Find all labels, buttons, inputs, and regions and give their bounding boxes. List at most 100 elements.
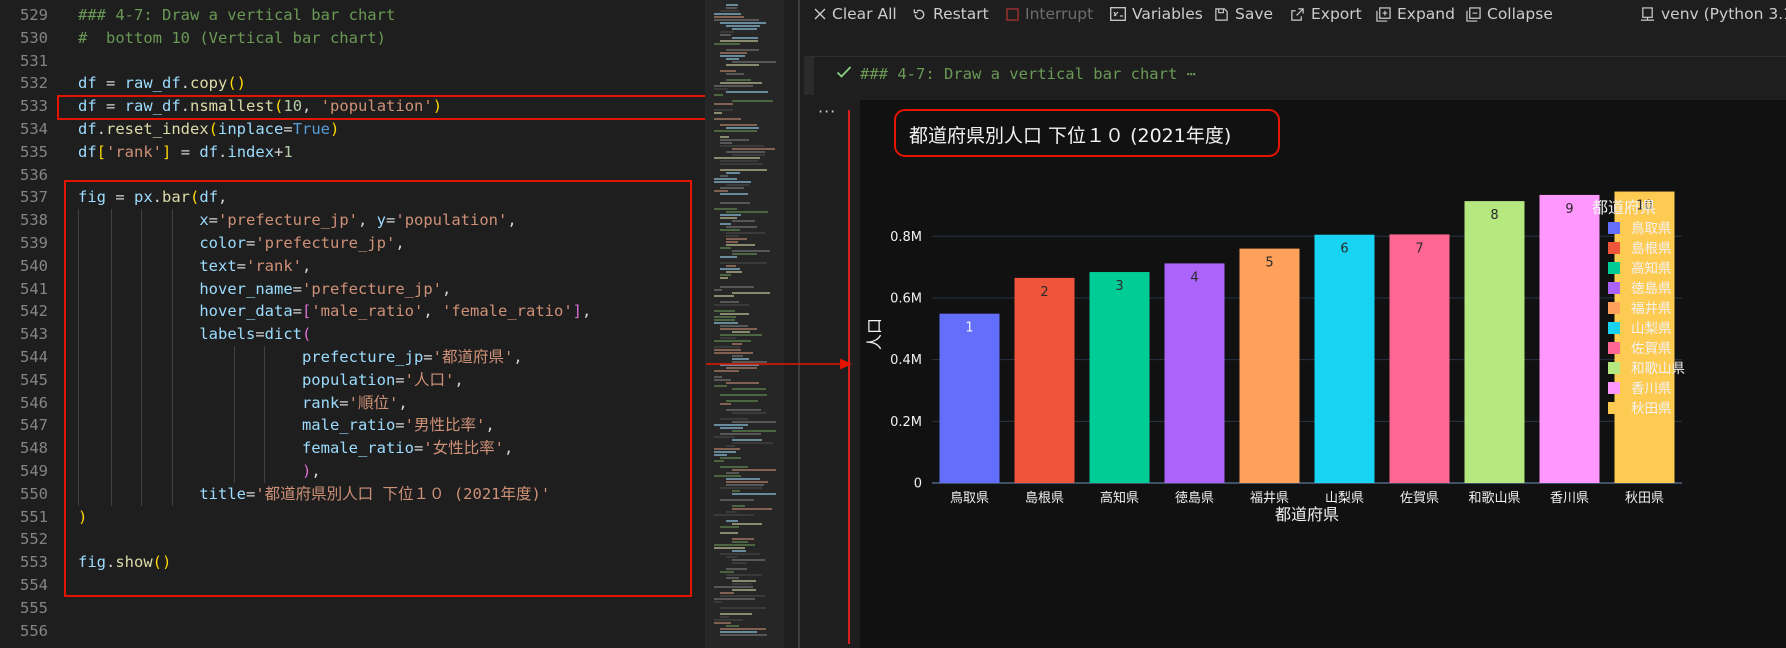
line-number: 551 [20, 507, 48, 526]
legend-swatch[interactable] [1608, 382, 1620, 394]
legend-swatch[interactable] [1608, 282, 1620, 294]
bar-data-label: 9 [1565, 202, 1573, 217]
bar[interactable] [1014, 277, 1075, 483]
code-line[interactable]: 529 ### 4-7: Draw a vertical bar chart [0, 4, 705, 27]
variables-button[interactable]: Variables [1110, 3, 1203, 25]
code-token: True [292, 120, 331, 138]
legend-swatch[interactable] [1608, 302, 1620, 314]
legend-swatch[interactable] [1608, 322, 1620, 334]
bar[interactable] [1464, 201, 1525, 483]
code-token: df [199, 142, 219, 161]
kernel-picker[interactable]: venv (Python 3.11 [1640, 3, 1786, 25]
collapse-button[interactable]: Collapse [1466, 3, 1553, 25]
bar[interactable] [1314, 234, 1375, 483]
minimap-line [732, 28, 757, 30]
minimap-line [714, 376, 722, 378]
legend-swatch[interactable] [1608, 402, 1620, 414]
minimap-line [714, 181, 751, 183]
code-line[interactable]: 555 [0, 597, 705, 620]
minimap-line [732, 493, 776, 495]
minimap-line [720, 34, 731, 36]
minimap-line [726, 244, 755, 246]
legend-label[interactable]: 佐賀県 [1631, 341, 1672, 357]
code-line[interactable]: 556 [0, 620, 705, 643]
legend-swatch[interactable] [1608, 262, 1620, 274]
bar[interactable] [1164, 263, 1225, 483]
legend-label[interactable]: 福井県 [1631, 301, 1672, 317]
code-token: ### 4-7: Draw a vertical bar chart [78, 6, 396, 24]
minimap-line [720, 613, 752, 615]
line-number: 531 [20, 51, 48, 70]
line-number: 533 [20, 97, 48, 116]
legend-swatch[interactable] [1608, 342, 1620, 354]
legend-swatch[interactable] [1608, 242, 1620, 254]
minimap-line [726, 7, 737, 9]
minimap-line [726, 625, 739, 627]
expand-button[interactable]: Expand [1376, 3, 1455, 25]
code-editor[interactable]: 529 ### 4-7: Draw a vertical bar chart 530… [0, 0, 705, 648]
save-button[interactable]: Save [1214, 3, 1273, 25]
minimap-line [714, 436, 735, 438]
bar[interactable] [1539, 194, 1600, 483]
bar[interactable] [1089, 272, 1150, 483]
interrupt-label: Interrupt [1025, 5, 1094, 23]
line-number: 543 [20, 325, 48, 344]
minimap[interactable] [705, 0, 784, 648]
output-focus-bar [848, 110, 850, 644]
legend-label[interactable]: 秋田県 [1631, 401, 1672, 417]
legend-swatch[interactable] [1608, 362, 1620, 374]
variables-icon [1110, 7, 1126, 21]
minimap-line [714, 349, 741, 351]
minimap-line [732, 538, 754, 540]
minimap-line [732, 154, 765, 156]
save-label: Save [1235, 5, 1274, 23]
bar[interactable] [939, 313, 1000, 483]
chart-title: 都道府県別人口 下位１０ (2021年度) [909, 125, 1231, 147]
minimap-line [714, 88, 728, 90]
legend-swatch[interactable] [1608, 222, 1620, 234]
minimap-line [720, 52, 747, 54]
minimap-line [720, 487, 762, 489]
expand-label: Expand [1397, 5, 1455, 23]
legend-label[interactable]: 島根県 [1631, 241, 1672, 257]
legend-label[interactable]: 香川県 [1631, 381, 1672, 397]
pane-divider[interactable] [798, 0, 800, 648]
minimap-line [732, 589, 756, 591]
minimap-line [714, 316, 736, 318]
x-tick-label: 佐賀県 [1400, 491, 1439, 506]
restart-button[interactable]: Restart [912, 3, 989, 25]
code-token: = [96, 74, 125, 93]
minimap-line [720, 193, 748, 195]
stop-icon [1006, 7, 1019, 21]
code-line[interactable]: 531 [0, 50, 705, 73]
code-line[interactable]: 534 df.reset_index(inplace=True) [0, 118, 705, 141]
annotation-arrow [706, 358, 852, 370]
notebook-toolbar: Clear All Restart Interrupt Variables Sa… [800, 0, 1786, 28]
legend-label[interactable]: 徳島県 [1631, 281, 1672, 297]
bar[interactable] [1239, 248, 1300, 483]
line-number: 545 [20, 370, 48, 389]
bar[interactable] [1389, 234, 1450, 483]
minimap-line [714, 475, 741, 477]
export-button[interactable]: Export [1290, 3, 1362, 25]
legend-label[interactable]: 山梨県 [1631, 321, 1672, 337]
more-actions-icon[interactable]: ··· [818, 102, 836, 121]
clear-all-button[interactable]: Clear All [814, 3, 897, 25]
interrupt-button[interactable]: Interrupt [1006, 3, 1093, 25]
code-line[interactable]: 532 df = raw_df.copy() [0, 72, 705, 95]
minimap-line [714, 94, 723, 96]
legend-label[interactable]: 高知県 [1631, 260, 1672, 277]
x-tick-label: 高知県 [1100, 490, 1139, 506]
legend-label[interactable]: 鳥取県 [1631, 221, 1672, 237]
code-line[interactable]: 530 # bottom 10 (Vertical bar chart) [0, 27, 705, 50]
minimap-line [714, 547, 745, 549]
code-line[interactable]: 535 df['rank'] = df.index+1 [0, 141, 705, 164]
minimap-line [720, 160, 758, 162]
minimap-line [720, 337, 736, 339]
legend-label[interactable]: 和歌山県 [1631, 361, 1685, 377]
minimap-line [714, 118, 741, 120]
minimap-line [714, 16, 744, 18]
cell-summary[interactable]: ### 4-7: Draw a vertical bar chart ⋯ [860, 63, 1196, 85]
code-token: ) [330, 120, 340, 138]
cell-header[interactable]: ### 4-7: Draw a vertical bar chart ⋯ [804, 56, 1786, 95]
